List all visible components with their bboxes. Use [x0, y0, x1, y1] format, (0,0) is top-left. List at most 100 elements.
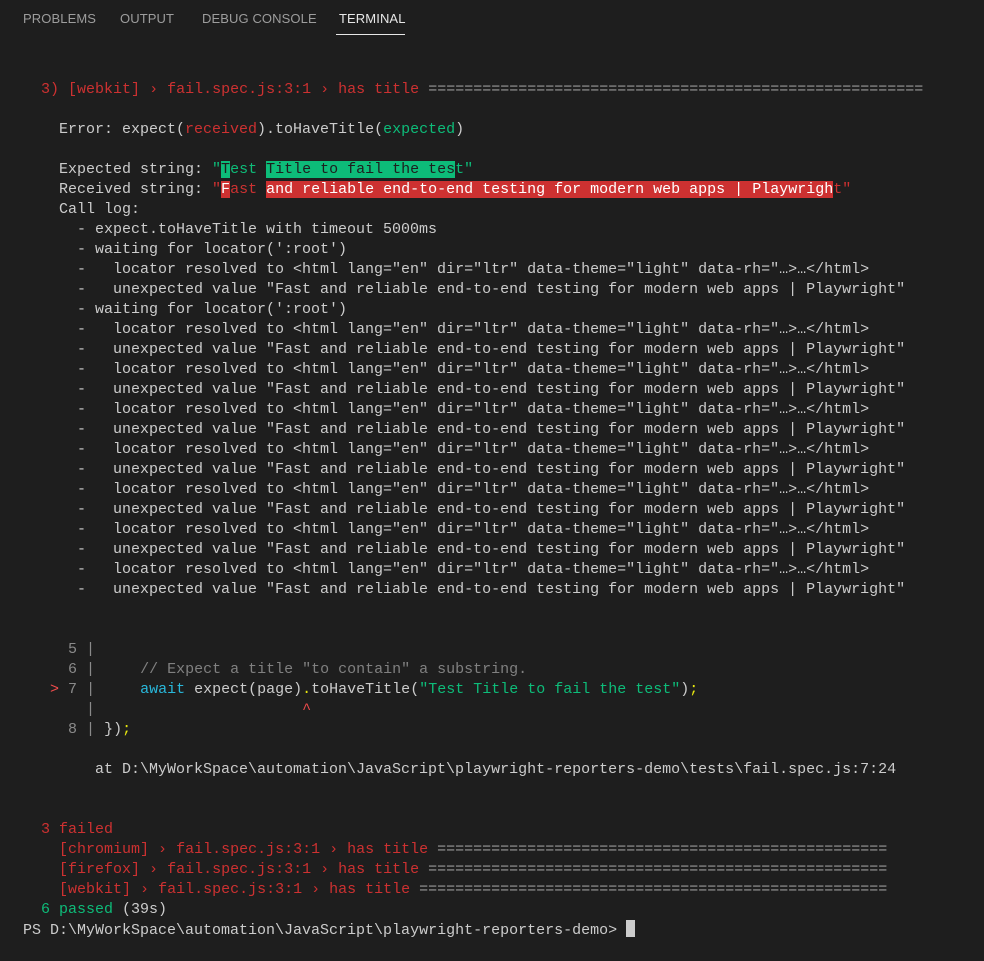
- code-brace: }): [104, 721, 123, 738]
- call-log-line: - unexpected value "Fast and reliable en…: [59, 541, 906, 558]
- separator: ›: [320, 81, 330, 98]
- quote: ": [464, 161, 474, 178]
- rule-divider: ========================================…: [437, 841, 888, 858]
- received-label: Received string:: [59, 181, 213, 198]
- failed-project: [chromium]: [59, 841, 150, 858]
- active-tab-indicator: [336, 34, 405, 35]
- failure-title: has title: [338, 81, 420, 98]
- failure-header: 3) [webkit] › fail.spec.js:3:1 › has tit…: [41, 80, 923, 100]
- failure-index: 3): [41, 81, 60, 98]
- code-string: "Test Title to fail the test": [419, 681, 681, 698]
- gutter-separator: |: [86, 661, 96, 678]
- error-marker-icon: >: [50, 681, 60, 698]
- failed-project: [webkit]: [59, 881, 132, 898]
- gutter-separator: |: [86, 641, 96, 658]
- shell-prompt[interactable]: PS D:\MyWorkSpace\automation\JavaScript\…: [23, 920, 636, 940]
- error-suffix: ): [455, 121, 465, 138]
- failed-item-firefox: [firefox] › fail.spec.js:3:1 › has title…: [59, 860, 887, 880]
- duration: (39s): [122, 901, 168, 918]
- call-log-label: Call log:: [59, 201, 141, 218]
- line-number: 6: [68, 661, 78, 678]
- expected-label: Expected string:: [59, 161, 213, 178]
- diff-highlight: Title to fail the tes: [266, 161, 456, 178]
- failed-count: 3 failed: [41, 821, 114, 838]
- gutter-separator: |: [86, 681, 96, 698]
- code-semicolon: ;: [689, 681, 699, 698]
- quote: ": [842, 181, 852, 198]
- separator: ›: [149, 81, 159, 98]
- separator: ›: [158, 841, 168, 858]
- call-log-line: - expect.toHaveTitle with timeout 5000ms: [59, 221, 438, 238]
- call-log-line: - locator resolved to <html lang="en" di…: [59, 521, 870, 538]
- rule-divider: ========================================…: [428, 861, 888, 878]
- diff-common: t: [833, 181, 843, 198]
- call-log-line: - locator resolved to <html lang="en" di…: [59, 561, 870, 578]
- panel-tabs: PROBLEMS OUTPUT DEBUG CONSOLE TERMINAL: [0, 0, 984, 40]
- separator: ›: [311, 881, 321, 898]
- call-log-line: - waiting for locator(':root'): [59, 241, 348, 258]
- call-log-line: - unexpected value "Fast and reliable en…: [59, 381, 906, 398]
- received-word: received: [185, 121, 258, 138]
- code-paren: ): [680, 681, 690, 698]
- tab-terminal[interactable]: TERMINAL: [339, 11, 406, 26]
- gutter-separator: |: [86, 721, 96, 738]
- rule-divider: ========================================…: [419, 881, 888, 898]
- diff-common: [257, 181, 266, 198]
- code-method: toHaveTitle(: [311, 681, 420, 698]
- tab-problems[interactable]: PROBLEMS: [23, 11, 96, 26]
- rule-divider: ========================================…: [428, 81, 924, 98]
- code-comment: // Expect a title "to contain" a substri…: [104, 661, 528, 678]
- tab-output[interactable]: OUTPUT: [120, 11, 174, 26]
- error-caret-icon: ^: [302, 701, 312, 718]
- passed-count: 6 passed: [41, 901, 114, 918]
- failed-item-webkit: [webkit] › fail.spec.js:3:1 › has title …: [59, 880, 887, 900]
- call-log-line: - locator resolved to <html lang="en" di…: [59, 321, 870, 338]
- call-log-line: - unexpected value "Fast and reliable en…: [59, 421, 906, 438]
- code-line-6: 6 | // Expect a title "to contain" a sub…: [68, 660, 527, 680]
- call-log-line: - locator resolved to <html lang="en" di…: [59, 441, 870, 458]
- code-line-5: 5 |: [68, 640, 95, 660]
- failed-item-chromium: [chromium] › fail.spec.js:3:1 › has titl…: [59, 840, 887, 860]
- call-log-line: - locator resolved to <html lang="en" di…: [59, 261, 870, 278]
- diff-common: st: [239, 181, 258, 198]
- diff-common: st: [239, 161, 258, 178]
- diff-common: e: [230, 161, 240, 178]
- failure-project: [webkit]: [68, 81, 141, 98]
- call-log-line: - locator resolved to <html lang="en" di…: [59, 481, 870, 498]
- code-dot: .: [302, 681, 312, 698]
- expected-string: Expected string: " Test Title to fail the…: [59, 160, 473, 180]
- gutter-separator: |: [86, 701, 96, 718]
- stack-trace: at D:\MyWorkSpace\automation\JavaScript\…: [95, 761, 897, 778]
- failed-file: fail.spec.js:3:1: [167, 861, 312, 878]
- received-string: Received string: "Fast and reliable end-…: [59, 180, 851, 200]
- call-log-line: - waiting for locator(':root'): [59, 301, 348, 318]
- call-log-line: - unexpected value "Fast and reliable en…: [59, 581, 906, 598]
- error-middle: ).toHaveTitle(: [257, 121, 384, 138]
- failed-file: fail.spec.js:3:1: [158, 881, 303, 898]
- line-number: 7: [68, 681, 78, 698]
- failed-file: fail.spec.js:3:1: [176, 841, 321, 858]
- separator: ›: [329, 841, 339, 858]
- separator: ›: [149, 861, 159, 878]
- diff-common: [257, 161, 266, 178]
- code-call: expect(page): [185, 681, 303, 698]
- quote: ": [212, 181, 222, 198]
- error-message: Error: expect(received).toHaveTitle(expe…: [59, 120, 464, 140]
- tab-debug-console[interactable]: DEBUG CONSOLE: [202, 11, 317, 26]
- code-line-8: 8 | });: [68, 720, 131, 740]
- failed-project: [firefox]: [59, 861, 141, 878]
- call-log-line: - unexpected value "Fast and reliable en…: [59, 501, 906, 518]
- call-log-line: - locator resolved to <html lang="en" di…: [59, 401, 870, 418]
- failure-file: fail.spec.js:3:1: [167, 81, 312, 98]
- diff-highlight: T: [221, 161, 231, 178]
- failed-title: has title: [338, 861, 420, 878]
- separator: ›: [320, 861, 330, 878]
- error-prefix: Error: expect(: [59, 121, 186, 138]
- expected-word: expected: [383, 121, 456, 138]
- call-log-line: - locator resolved to <html lang="en" di…: [59, 361, 870, 378]
- failed-title: has title: [347, 841, 429, 858]
- terminal-cursor: [626, 920, 636, 937]
- diff-common: t: [455, 161, 465, 178]
- call-log-line: - unexpected value "Fast and reliable en…: [59, 281, 906, 298]
- diff-highlight: F: [221, 181, 231, 198]
